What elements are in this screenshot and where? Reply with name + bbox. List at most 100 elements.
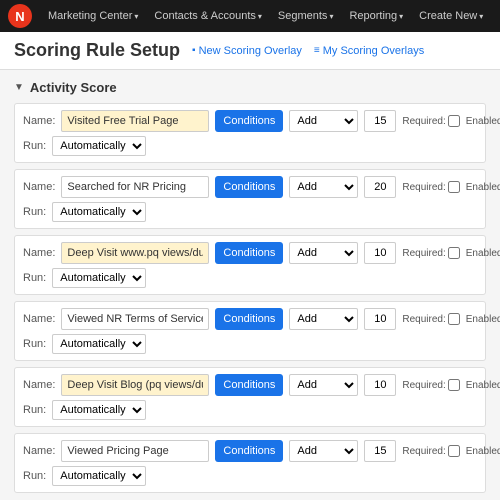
nav-item-segments[interactable]: Segments ▾ xyxy=(272,6,340,26)
required-checkbox[interactable] xyxy=(448,313,460,325)
conditions-button[interactable]: Conditions xyxy=(215,440,283,462)
name-label: Name: xyxy=(23,181,55,193)
required-label: Required: xyxy=(402,314,445,325)
conditions-button[interactable]: Conditions xyxy=(215,242,283,264)
rule-row-run-5: Run: AutomaticallyEvery xyxy=(23,400,477,420)
rule-name-input[interactable] xyxy=(61,374,209,396)
score-input[interactable] xyxy=(364,308,396,330)
run-type-select[interactable]: AutomaticallyEvery xyxy=(52,268,146,288)
page-header: Scoring Rule Setup ▪ New Scoring Overlay… xyxy=(0,32,500,70)
enabled-group: Enabled: xyxy=(466,379,500,391)
rule-name-input[interactable] xyxy=(61,308,209,330)
my-scoring-overlays-link[interactable]: ≡ My Scoring Overlays xyxy=(314,45,424,57)
plus-icon: ▪ xyxy=(192,45,196,56)
required-group: Required: xyxy=(402,247,459,259)
rules-container: Name:ConditionsAddSubtractRequired:Enabl… xyxy=(14,103,486,496)
run-label: Run: xyxy=(23,470,46,482)
required-checkbox[interactable] xyxy=(448,115,460,127)
rule-name-input[interactable] xyxy=(61,110,209,132)
nav-item-contacts[interactable]: Contacts & Accounts ▾ xyxy=(148,6,268,26)
operation-select[interactable]: AddSubtract xyxy=(289,440,358,462)
rule-name-input[interactable] xyxy=(61,440,209,462)
required-label: Required: xyxy=(402,446,445,457)
rule-card-6: Name:ConditionsAddSubtractRequired:Enabl… xyxy=(14,433,486,493)
operation-select[interactable]: AddSubtract xyxy=(289,242,358,264)
run-label: Run: xyxy=(23,206,46,218)
run-type-select[interactable]: AutomaticallyEvery xyxy=(52,202,146,222)
chevron-down-icon: ▾ xyxy=(329,12,333,21)
rule-row-main-2: Name:ConditionsAddSubtractRequired:Enabl… xyxy=(23,176,477,198)
required-group: Required: xyxy=(402,115,459,127)
run-type-select[interactable]: AutomaticallyEvery xyxy=(52,400,146,420)
conditions-button[interactable]: Conditions xyxy=(215,374,283,396)
section-header: ▼ Activity Score xyxy=(14,80,486,95)
top-nav: N Marketing Center ▾ Contacts & Accounts… xyxy=(0,0,500,32)
operation-select[interactable]: AddSubtract xyxy=(289,176,358,198)
chevron-down-icon: ▾ xyxy=(479,12,483,21)
required-label: Required: xyxy=(402,116,445,127)
required-group: Required: xyxy=(402,445,459,457)
enabled-label: Enabled: xyxy=(466,182,500,193)
operation-select[interactable]: AddSubtract xyxy=(289,110,358,132)
chevron-down-icon: ▾ xyxy=(258,12,262,21)
main-content: ▼ Activity Score Name: Conditions AddSubtr… xyxy=(0,70,500,496)
conditions-button[interactable]: Conditions xyxy=(215,308,283,330)
required-label: Required: xyxy=(402,182,445,193)
nav-item-marketing[interactable]: Marketing Center ▾ xyxy=(42,6,144,26)
required-checkbox[interactable] xyxy=(448,379,460,391)
score-input[interactable] xyxy=(364,242,396,264)
run-type-select[interactable]: AutomaticallyEvery xyxy=(52,466,146,486)
score-input[interactable] xyxy=(364,176,396,198)
score-input[interactable] xyxy=(364,110,396,132)
run-label: Run: xyxy=(23,140,46,152)
enabled-group: Enabled: xyxy=(466,181,500,193)
nav-logo[interactable]: N xyxy=(8,4,32,28)
rule-row-run-4: Run: AutomaticallyEvery xyxy=(23,334,477,354)
name-label: Name: xyxy=(23,379,55,391)
enabled-group: Enabled: xyxy=(466,313,500,325)
new-scoring-overlay-link[interactable]: ▪ New Scoring Overlay xyxy=(192,45,302,57)
rule-row-main-1: Name:ConditionsAddSubtractRequired:Enabl… xyxy=(23,110,477,132)
rule-name-input[interactable] xyxy=(61,176,209,198)
run-label: Run: xyxy=(23,272,46,284)
required-label: Required: xyxy=(402,380,445,391)
score-input[interactable] xyxy=(364,440,396,462)
enabled-group: Enabled: xyxy=(466,247,500,259)
enabled-group: Enabled: xyxy=(466,115,500,127)
rule-row-run-3: Run: AutomaticallyEvery xyxy=(23,268,477,288)
chevron-down-icon: ▾ xyxy=(134,12,138,21)
nav-item-create[interactable]: Create New ▾ xyxy=(413,6,489,26)
enabled-label: Enabled: xyxy=(466,380,500,391)
section-toggle[interactable]: ▼ xyxy=(14,82,24,93)
required-checkbox[interactable] xyxy=(448,445,460,457)
rule-card-5: Name:ConditionsAddSubtractRequired:Enabl… xyxy=(14,367,486,427)
page-title: Scoring Rule Setup xyxy=(14,40,180,61)
rule-row-main-6: Name:ConditionsAddSubtractRequired:Enabl… xyxy=(23,440,477,462)
rule-card-4: Name:ConditionsAddSubtractRequired:Enabl… xyxy=(14,301,486,361)
rule-row-main-3: Name:ConditionsAddSubtractRequired:Enabl… xyxy=(23,242,477,264)
run-type-select[interactable]: AutomaticallyEvery xyxy=(52,334,146,354)
operation-select[interactable]: AddSubtract xyxy=(289,374,358,396)
operation-select[interactable]: AddSubtract xyxy=(289,308,358,330)
enabled-label: Enabled: xyxy=(466,248,500,259)
run-label: Run: xyxy=(23,338,46,350)
required-checkbox[interactable] xyxy=(448,247,460,259)
required-label: Required: xyxy=(402,248,445,259)
run-label: Run: xyxy=(23,404,46,416)
section-title: Activity Score xyxy=(30,80,117,95)
nav-item-reporting[interactable]: Reporting ▾ xyxy=(343,6,409,26)
required-checkbox[interactable] xyxy=(448,181,460,193)
score-input[interactable] xyxy=(364,374,396,396)
name-label: Name: xyxy=(23,247,55,259)
list-icon: ≡ xyxy=(314,45,320,56)
rule-row-main-5: Name:ConditionsAddSubtractRequired:Enabl… xyxy=(23,374,477,396)
conditions-button[interactable]: Conditions xyxy=(215,110,283,132)
run-type-select[interactable]: AutomaticallyEvery xyxy=(52,136,146,156)
enabled-label: Enabled: xyxy=(466,446,500,457)
enabled-group: Enabled: xyxy=(466,445,500,457)
chevron-down-icon: ▾ xyxy=(399,12,403,21)
rule-name-input[interactable] xyxy=(61,242,209,264)
rule-row-main-4: Name:ConditionsAddSubtractRequired:Enabl… xyxy=(23,308,477,330)
conditions-button[interactable]: Conditions xyxy=(215,176,283,198)
enabled-label: Enabled: xyxy=(466,314,500,325)
